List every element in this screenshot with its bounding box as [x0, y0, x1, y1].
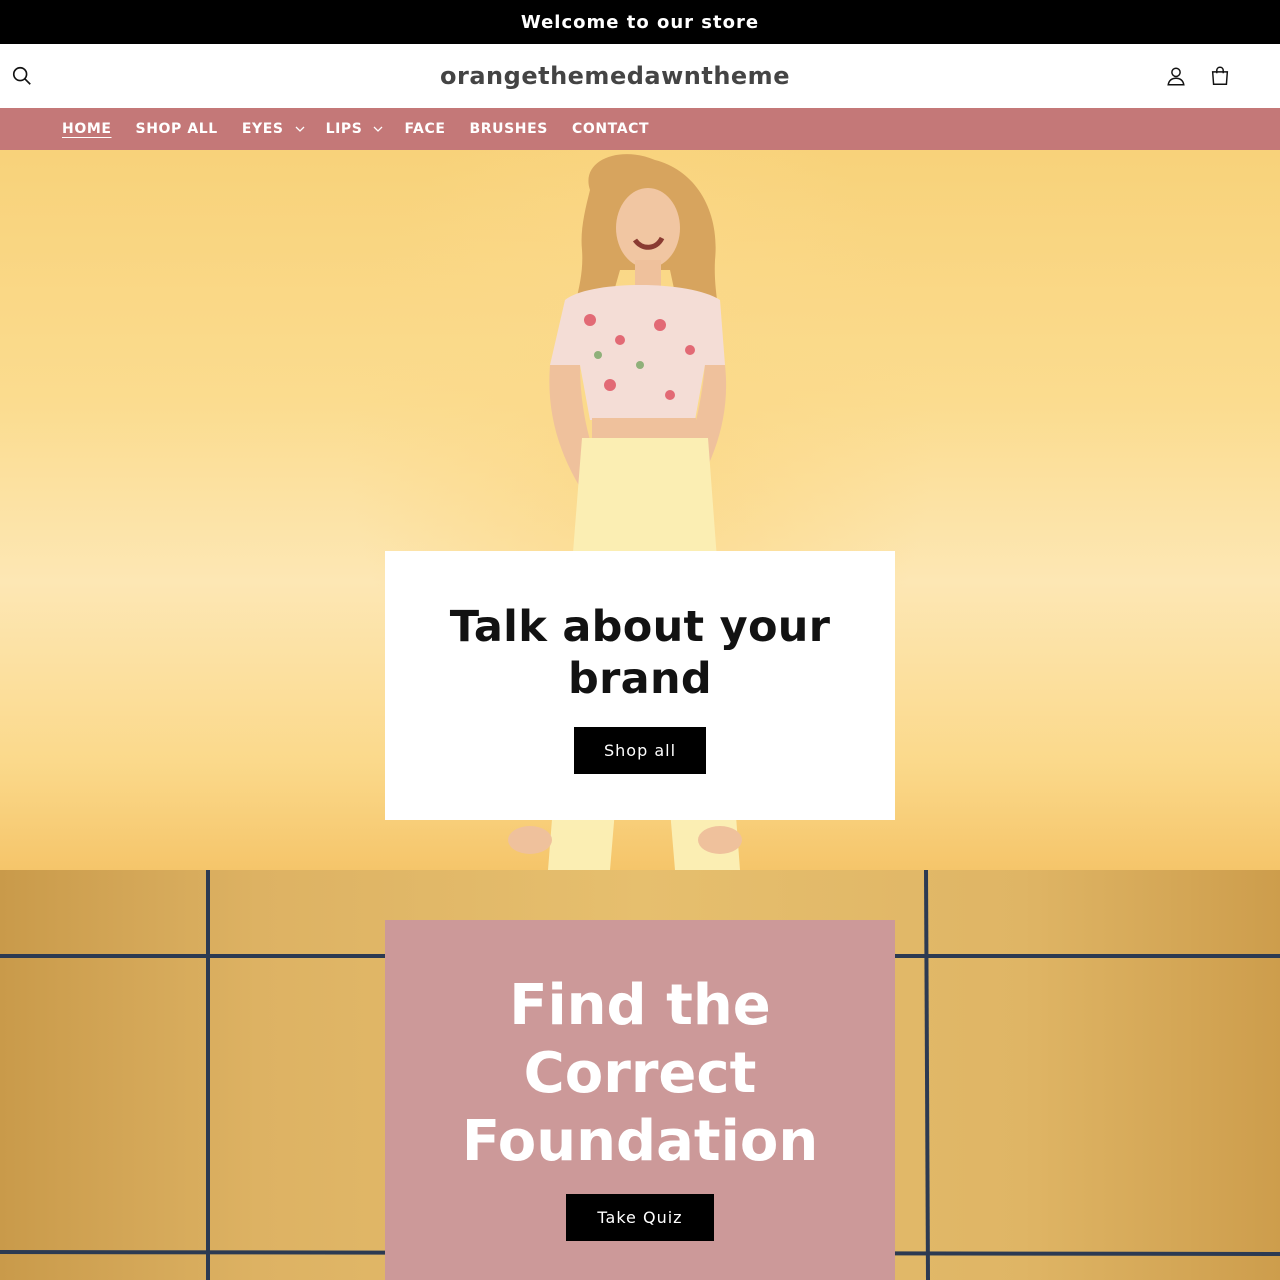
site-header: orangethemedawntheme: [0, 44, 1280, 108]
quiz-text-card: Find the Correct Foundation Take Quiz: [385, 920, 895, 1280]
nav-item-contact[interactable]: CONTACT: [560, 108, 661, 150]
nav-item-label: BRUSHES: [469, 121, 548, 137]
nav-item-label: SHOP ALL: [135, 121, 218, 137]
announcement-bar: Welcome to our store: [0, 0, 1280, 44]
hero-heading: Talk about your brand: [449, 602, 831, 704]
quiz-heading: Find the Correct Foundation: [461, 973, 819, 1174]
store-logo[interactable]: orangethemedawntheme: [0, 44, 1280, 108]
hero-text-card: Talk about your brand Shop all: [385, 551, 895, 820]
announcement-text: Welcome to our store: [520, 11, 760, 33]
nav-item-eyes[interactable]: EYES: [230, 108, 314, 150]
nav-item-lips[interactable]: LIPS: [314, 108, 393, 150]
nav-item-home[interactable]: HOME: [50, 108, 124, 150]
chevron-down-icon: [294, 123, 306, 135]
nav-item-face[interactable]: FACE: [392, 108, 457, 150]
nav-item-label: CONTACT: [571, 121, 650, 137]
cart-button[interactable]: [1204, 60, 1236, 92]
nav-item-label: LIPS: [325, 121, 363, 137]
chevron-down-icon: [372, 123, 384, 135]
nav-item-brushes[interactable]: BRUSHES: [458, 108, 560, 150]
nav-item-shop-all[interactable]: SHOP ALL: [124, 108, 230, 150]
nav-item-label: FACE: [404, 121, 446, 137]
account-button[interactable]: [1160, 60, 1192, 92]
main-nav: HOME SHOP ALL EYES LIPS FACE BRUSHES CON…: [0, 108, 1280, 150]
nav-item-label: EYES: [241, 121, 284, 137]
nav-item-label: HOME: [62, 121, 112, 137]
take-quiz-button[interactable]: Take Quiz: [566, 1194, 714, 1241]
shop-all-button[interactable]: Shop all: [574, 727, 706, 774]
cart-icon: [1211, 66, 1229, 85]
account-icon: [1167, 67, 1185, 86]
store-logo-text: orangethemedawntheme: [440, 62, 790, 90]
